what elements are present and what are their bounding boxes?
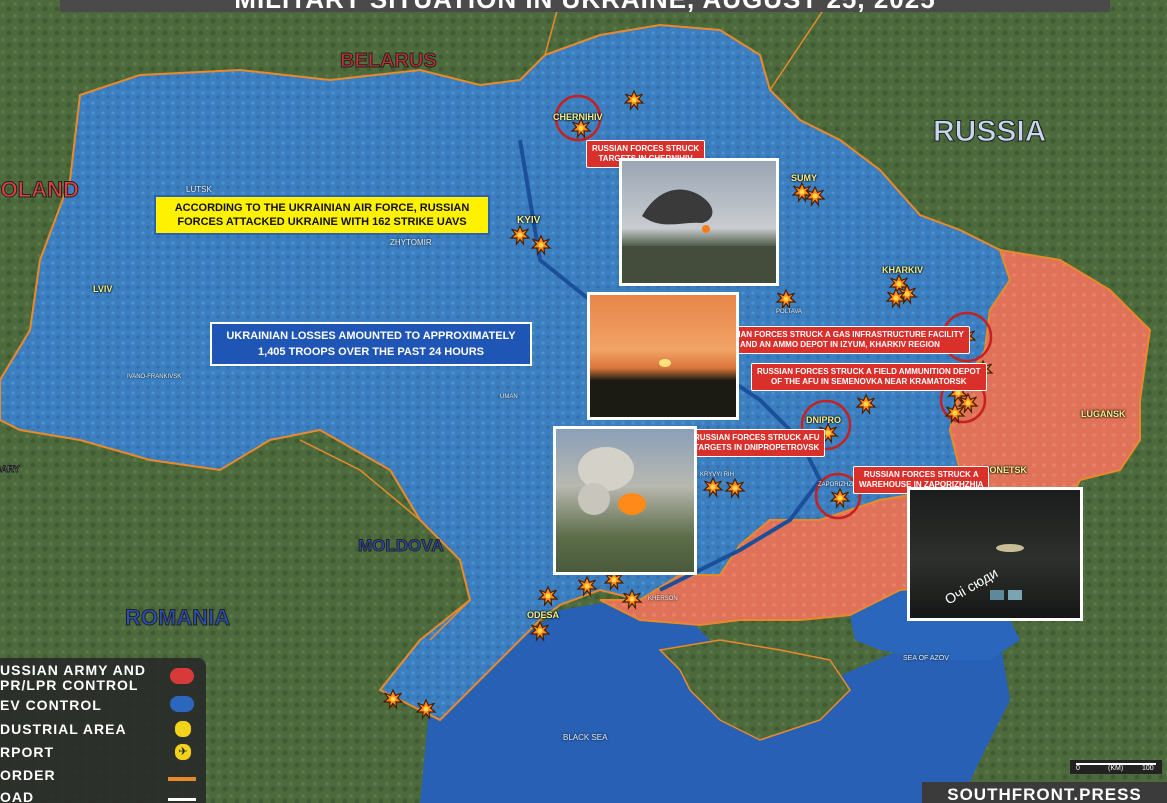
explosion-illustration <box>578 447 646 515</box>
callout-line: TARGETS IN DNIPROPETROVSK <box>694 443 820 452</box>
city-label-sumy: SUMY <box>791 173 818 183</box>
callout-izyum: RUSSIAN FORCES STRUCK A GAS INFRASTRUCTU… <box>710 326 970 354</box>
country-label-belarus: BELARUS <box>340 50 438 73</box>
legend-border-swatch <box>168 777 196 781</box>
callout-line: OF THE AFU IN SEMENOVKA NEAR KRAMATORSK <box>771 377 967 386</box>
country-label-romania: ROMANIA <box>124 605 231 631</box>
city-label-uman: UMAN <box>500 394 518 400</box>
legend-border-label: ORDER <box>0 767 56 783</box>
scale-unit: (KM) <box>1108 765 1124 772</box>
city-label-dnipro: DNIPRO <box>806 415 842 425</box>
airplane-icon: ✈ <box>174 743 192 761</box>
city-label-kryvyi-rih: KRYVYI RIH <box>700 472 734 478</box>
city-label-lviv: LVIV <box>93 284 113 294</box>
legend-road-swatch <box>168 798 196 801</box>
legend-airport-label: RPORT <box>0 744 54 760</box>
map-legend: USSIAN ARMY AND PR/LPR CONTROL EV CONTRO… <box>0 658 206 803</box>
losses-info: UKRAINIAN LOSSES AMOUNTED TO APPROXIMATE… <box>210 322 532 366</box>
photo-dnipro-explosion <box>553 426 697 575</box>
brand-watermark: SOUTHFRONT.PRESS <box>922 782 1167 803</box>
city-label-donetsk: DONETSK <box>983 465 1028 475</box>
legend-kiev-label: EV CONTROL <box>0 697 102 713</box>
city-label-chernihiv: CHERNIHIV <box>553 112 603 122</box>
callout-line: RUSSIAN FORCES STRUCK <box>592 144 700 153</box>
country-label-moldova: MOLDOVA <box>358 536 445 556</box>
map-title: MILITARY SITUATION IN UKRAINE, AUGUST 25… <box>60 0 1110 12</box>
photo-izyum-fire <box>587 292 739 420</box>
factory-icon <box>174 720 192 738</box>
country-label-poland: POLAND <box>0 177 79 203</box>
city-label-kharkiv: KHARKIV <box>882 265 924 275</box>
sea-label-black-sea: BLACK SEA <box>563 733 608 742</box>
callout-line: RUSSIAN FORCES STRUCK A GAS INFRASTRUCTU… <box>716 330 964 339</box>
scale-bar: 0 (KM) 100 <box>1070 760 1162 774</box>
callout-dnipropetrovsk: RUSSIAN FORCES STRUCK AFU TARGETS IN DNI… <box>688 429 826 457</box>
losses-line-1: UKRAINIAN LOSSES AMOUNTED TO APPROXIMATE… <box>226 330 516 342</box>
photo-chernihiv-smoke <box>619 158 779 286</box>
callout-line: RUSSIAN FORCES STRUCK AFU <box>694 433 820 442</box>
legend-russian-label-2: PR/LPR CONTROL <box>0 677 139 693</box>
sea-label-azov: SEA OF AZOV <box>903 655 949 662</box>
scale-end: 100 <box>1142 765 1154 772</box>
city-label-zhytomir: ZHYTOMIR <box>390 238 432 247</box>
legend-industrial-label: DUSTRIAL AREA <box>0 721 127 737</box>
callout-line: AND AN AMMO DEPOT IN IZYUM, KHARKIV REGI… <box>740 340 940 349</box>
night-illustration <box>990 544 1024 600</box>
callout-semenovka: RUSSIAN FORCES STRUCK A FIELD AMMUNITION… <box>751 363 987 391</box>
city-label-lutsk: LUTSK <box>186 185 212 194</box>
city-label-kherson: KHERSON <box>648 596 678 602</box>
legend-kiev-swatch <box>170 696 194 712</box>
legend-road-label: OAD <box>0 789 35 803</box>
city-label-poltava: POLTAVA <box>776 309 802 315</box>
map-stage: MILITARY SITUATION IN UKRAINE, AUGUST 25… <box>0 0 1167 803</box>
country-label-russia: RUSSIA <box>932 115 1047 149</box>
legend-russian-swatch <box>170 668 194 684</box>
uav-attack-info: ACCORDING TO THE UKRAINIAN AIR FORCE, RU… <box>154 195 490 235</box>
legend-russian-label-1: USSIAN ARMY AND <box>0 662 146 678</box>
city-label-kyiv: KYIV <box>517 215 541 226</box>
photo-zaporizhzhia-night: Очі сюди <box>907 487 1083 621</box>
city-label-lugansk: LUGANSK <box>1081 409 1126 419</box>
scale-start: 0 <box>1076 765 1080 772</box>
losses-line-2: 1,405 TROOPS OVER THE PAST 24 HOURS <box>258 346 484 358</box>
callout-line: RUSSIAN FORCES STRUCK A <box>863 470 979 479</box>
smoke-illustration <box>622 189 776 283</box>
country-label-hungary: GARY <box>0 464 20 475</box>
fire-illustration <box>659 359 671 367</box>
callout-line: RUSSIAN FORCES STRUCK A FIELD AMMUNITION… <box>757 367 981 376</box>
city-label-ivano-frankivsk: IVANO-FRANKIVSK <box>127 374 182 380</box>
city-label-odesa: ODESA <box>527 610 560 620</box>
